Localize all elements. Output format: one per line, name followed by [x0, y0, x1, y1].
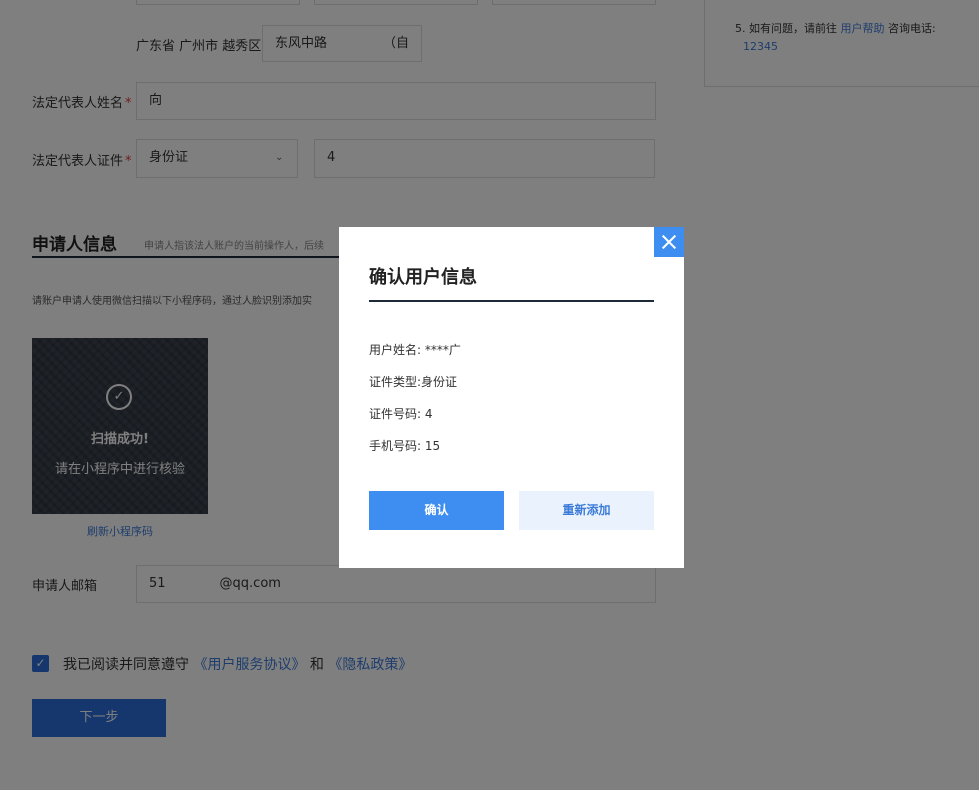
id-type-label: 证件类型:: [369, 375, 422, 389]
id-number-row: 证件号码: 4: [369, 405, 433, 422]
phone-value: 15: [424, 439, 441, 453]
close-icon[interactable]: [654, 227, 684, 257]
modal-title: 确认用户信息: [369, 267, 477, 288]
user-name-label: 用户姓名:: [369, 343, 422, 357]
confirm-button[interactable]: 确认: [369, 491, 504, 530]
readd-button[interactable]: 重新添加: [519, 491, 654, 530]
phone-label: 手机号码:: [369, 439, 422, 453]
id-type-row: 证件类型:身份证: [369, 373, 457, 390]
phone-row: 手机号码: 15: [369, 437, 440, 454]
id-type-value: 身份证: [421, 375, 458, 389]
id-number-label: 证件号码:: [369, 407, 422, 421]
id-number-value: 4: [424, 407, 433, 421]
user-name-value: ****广: [424, 343, 461, 357]
user-name-row: 用户姓名: ****广: [369, 341, 461, 358]
confirm-user-info-modal: 确认用户信息 用户姓名: ****广 证件类型:身份证 证件号码: 4 手机号码…: [339, 227, 684, 568]
modal-divider: [369, 300, 654, 302]
